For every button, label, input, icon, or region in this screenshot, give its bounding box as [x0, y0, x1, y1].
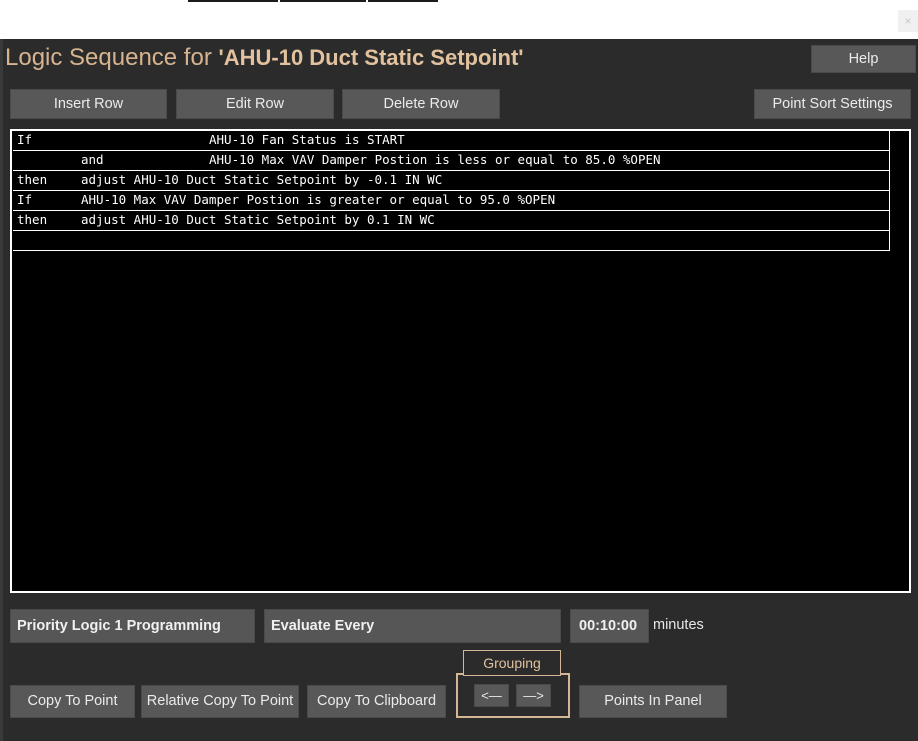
- title-prefix: Logic Sequence for: [5, 44, 219, 71]
- logic-row[interactable]: and AHU-10 Max VAV Damper Postion is les…: [13, 151, 890, 171]
- help-button[interactable]: Help: [811, 45, 916, 73]
- logic-statement: AHU-10 Fan Status is START: [209, 132, 405, 147]
- point-sort-settings-button[interactable]: Point Sort Settings: [754, 89, 911, 119]
- logic-row[interactable]: If AHU-10 Fan Status is START: [13, 131, 890, 151]
- grouping-label: Grouping: [463, 650, 561, 676]
- logic-row[interactable]: then adjust AHU-10 Duct Static Setpoint …: [13, 171, 890, 191]
- logic-statement: AHU-10 Max VAV Damper Postion is greater…: [81, 192, 556, 207]
- points-in-panel-button[interactable]: Points In Panel: [579, 685, 727, 718]
- logic-statement: AHU-10 Max VAV Damper Postion is less or…: [209, 152, 661, 167]
- delete-row-button[interactable]: Delete Row: [342, 89, 500, 119]
- tab-strip: [188, 0, 278, 2]
- logic-sequence-grid[interactable]: If AHU-10 Fan Status is START and AHU-10…: [10, 129, 911, 593]
- logic-row[interactable]: If AHU-10 Max VAV Damper Postion is grea…: [13, 191, 890, 211]
- logic-row[interactable]: then adjust AHU-10 Duct Static Setpoint …: [13, 211, 890, 231]
- logic-statement: adjust AHU-10 Duct Static Setpoint by 0.…: [81, 212, 435, 227]
- logic-row-empty[interactable]: [13, 231, 890, 251]
- relative-copy-to-point-button[interactable]: Relative Copy To Point: [141, 685, 299, 718]
- edit-row-button[interactable]: Edit Row: [176, 89, 334, 119]
- logic-keyword: and: [81, 152, 104, 167]
- priority-logic-label: Priority Logic 1 Programming: [17, 618, 221, 634]
- group-previous-button[interactable]: <—: [474, 684, 509, 707]
- window-top-bar: ×: [0, 0, 918, 39]
- copy-to-clipboard-button[interactable]: Copy To Clipboard: [307, 685, 446, 718]
- copy-to-point-button[interactable]: Copy To Point: [10, 685, 135, 718]
- page-title: Logic Sequence for 'AHU-10 Duct Static S…: [5, 44, 524, 74]
- close-icon[interactable]: ×: [898, 10, 918, 32]
- tab-strip: [368, 0, 438, 2]
- priority-logic-field[interactable]: Priority Logic 1 Programming: [10, 609, 255, 643]
- logic-statement: adjust AHU-10 Duct Static Setpoint by -0…: [81, 172, 443, 187]
- logic-keyword: If: [17, 192, 33, 207]
- insert-row-button[interactable]: Insert Row: [10, 89, 167, 119]
- logic-keyword: then: [17, 172, 48, 187]
- interval-unit-label: minutes: [653, 617, 704, 633]
- group-next-button[interactable]: —>: [516, 684, 551, 707]
- evaluate-every-field: Evaluate Every: [264, 609, 561, 643]
- logic-keyword: then: [17, 212, 48, 227]
- evaluate-every-label: Evaluate Every: [271, 618, 375, 634]
- logic-keyword: If: [17, 132, 33, 147]
- title-point-name: 'AHU-10 Duct Static Setpoint': [218, 45, 524, 70]
- window-left-edge: [0, 39, 3, 741]
- interval-value: 00:10:00: [579, 618, 638, 634]
- interval-input[interactable]: 00:10:00: [570, 609, 649, 643]
- tab-strip: [280, 0, 366, 2]
